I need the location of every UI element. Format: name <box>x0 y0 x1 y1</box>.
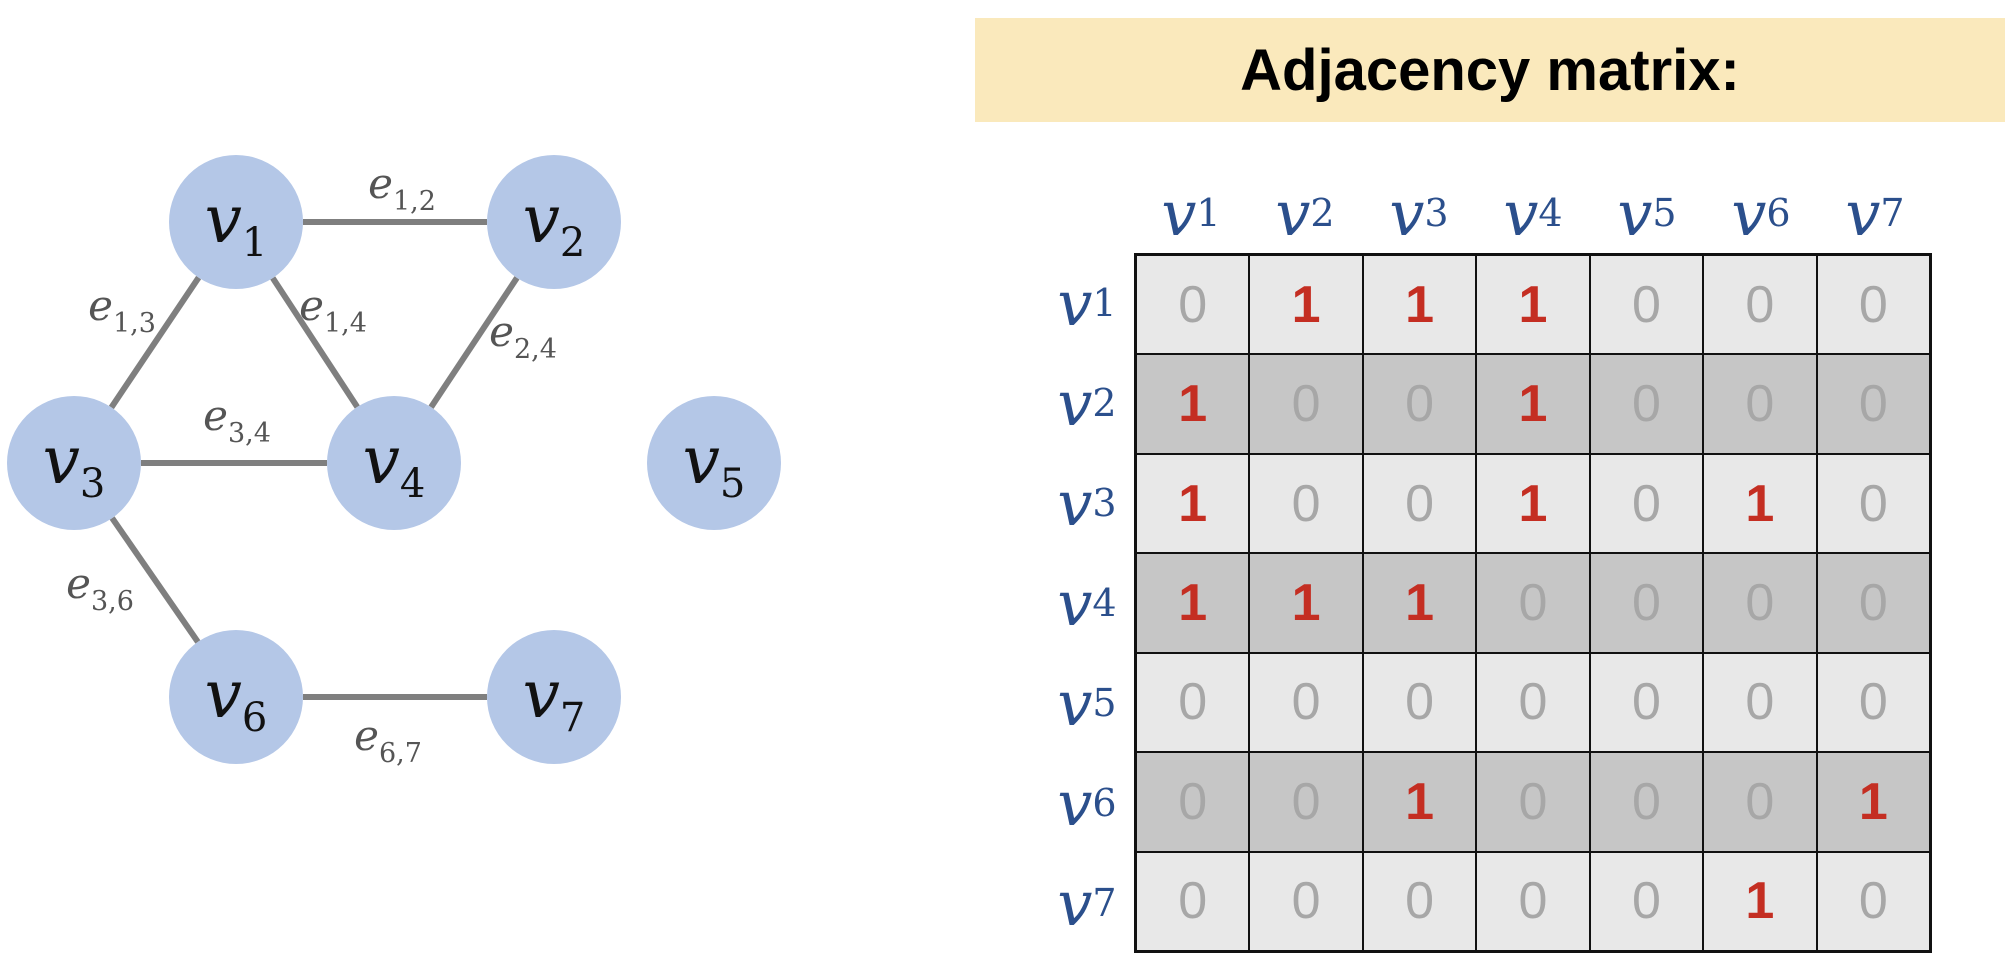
node-v2: v2 <box>487 155 621 289</box>
matrix-cell: 1 <box>1703 453 1817 554</box>
matrix-title: Adjacency matrix: <box>1240 37 1740 103</box>
matrix-cell: 0 <box>1816 255 1930 355</box>
row-header-v1: v1 <box>1057 266 1117 340</box>
matrix-cell: 0 <box>1816 851 1930 951</box>
matrix-cell: 0 <box>1476 752 1590 852</box>
edge-label-3-4: e3,4 <box>203 391 271 449</box>
matrix-title-bar: Adjacency matrix: <box>975 18 2005 122</box>
matrix-cell: 1 <box>1476 255 1590 355</box>
matrix-cell: 0 <box>1136 255 1250 355</box>
matrix-cell: 1 <box>1136 453 1250 554</box>
row-header-v4: v4 <box>1057 566 1117 640</box>
matrix-cell: 1 <box>1362 553 1477 653</box>
edge-v1-v3 <box>108 275 202 410</box>
matrix-cell: 1 <box>1476 354 1590 454</box>
matrix-cell: 0 <box>1703 255 1817 355</box>
matrix-cell: 0 <box>1589 553 1704 653</box>
matrix-cell: 0 <box>1249 652 1363 753</box>
matrix-cell: 0 <box>1362 354 1477 454</box>
matrix-cell: 0 <box>1703 752 1817 852</box>
matrix-cell: 0 <box>1703 553 1817 653</box>
edge-label-1-2: e1,2 <box>368 159 436 217</box>
node-v3: v3 <box>7 396 141 530</box>
matrix-cell: 0 <box>1703 354 1817 454</box>
matrix-cell: 0 <box>1816 553 1930 653</box>
matrix-cell: 0 <box>1249 851 1363 951</box>
edge-label-3-6: e3,6 <box>66 559 134 617</box>
column-header-v4: v4 <box>1503 176 1563 250</box>
matrix-cell: 0 <box>1816 453 1930 554</box>
column-header-v1: v1 <box>1161 176 1221 250</box>
matrix-cell: 0 <box>1476 553 1590 653</box>
node-v7: v7 <box>487 630 621 764</box>
matrix-cell: 1 <box>1249 553 1363 653</box>
matrix-cell: 0 <box>1362 453 1477 554</box>
row-header-v7: v7 <box>1057 866 1117 940</box>
matrix-cell: 1 <box>1136 553 1250 653</box>
matrix-cell: 1 <box>1703 851 1817 951</box>
edge-label-1-3: e1,3 <box>88 281 156 339</box>
node-v5: v5 <box>647 396 781 530</box>
matrix-cell: 0 <box>1703 652 1817 753</box>
row-header-v6: v6 <box>1057 766 1117 840</box>
matrix-cell: 0 <box>1816 652 1930 753</box>
edge-v3-v6 <box>109 516 201 644</box>
edge-label-6-7: e6,7 <box>354 711 422 769</box>
column-header-v7: v7 <box>1845 176 1905 250</box>
matrix-cell: 0 <box>1589 752 1704 852</box>
matrix-cell: 0 <box>1589 453 1704 554</box>
matrix-cell: 0 <box>1476 652 1590 753</box>
matrix-cell: 0 <box>1589 354 1704 454</box>
matrix-cell: 1 <box>1476 453 1590 554</box>
edge-label-2-4: e2,4 <box>489 307 557 365</box>
matrix-cell: 1 <box>1362 255 1477 355</box>
matrix-cell: 0 <box>1589 652 1704 753</box>
matrix-cell: 0 <box>1362 652 1477 753</box>
matrix-cell: 0 <box>1249 453 1363 554</box>
matrix-cell: 0 <box>1136 851 1250 951</box>
matrix-cell: 0 <box>1816 354 1930 454</box>
matrix-cell: 0 <box>1136 652 1250 753</box>
matrix-cell: 0 <box>1362 851 1477 951</box>
matrix-cell: 0 <box>1589 255 1704 355</box>
node-v6: v6 <box>169 630 303 764</box>
column-header-v2: v2 <box>1275 176 1335 250</box>
matrix-cell: 1 <box>1816 752 1930 852</box>
adjacency-matrix-grid: 0111000100100010010101110000000000000100… <box>1134 253 1932 953</box>
matrix-cell: 1 <box>1249 255 1363 355</box>
matrix-column-headers: v1 v2 v3 v4 v5 v6 v7 <box>1134 172 1932 254</box>
matrix-cell: 0 <box>1136 752 1250 852</box>
row-header-v2: v2 <box>1057 366 1117 440</box>
row-header-v3: v3 <box>1057 466 1117 540</box>
column-header-v5: v5 <box>1617 176 1677 250</box>
matrix-cell: 1 <box>1362 752 1477 852</box>
graph-diagram: e1,2e1,3 e1,4 e2,4e3,4e3,6e6,7 v1 v2v3 v4 v5v… <box>7 155 781 769</box>
node-v1: v1 <box>169 155 303 289</box>
matrix-cell: 0 <box>1249 752 1363 852</box>
matrix-cell: 0 <box>1589 851 1704 951</box>
matrix-cell: 0 <box>1249 354 1363 454</box>
graph-nodes: v1 v2 v3 v4 v5 v6 v7 <box>7 155 781 764</box>
column-header-v6: v6 <box>1731 176 1791 250</box>
matrix-cell: 1 <box>1136 354 1250 454</box>
row-header-v5: v5 <box>1057 666 1117 740</box>
column-header-v3: v3 <box>1389 176 1449 250</box>
matrix-cell: 0 <box>1476 851 1590 951</box>
node-v4: v4 <box>327 396 461 530</box>
matrix-row-headers: v1 v2 v3 v4 v5 v6 v7 <box>1040 253 1134 953</box>
